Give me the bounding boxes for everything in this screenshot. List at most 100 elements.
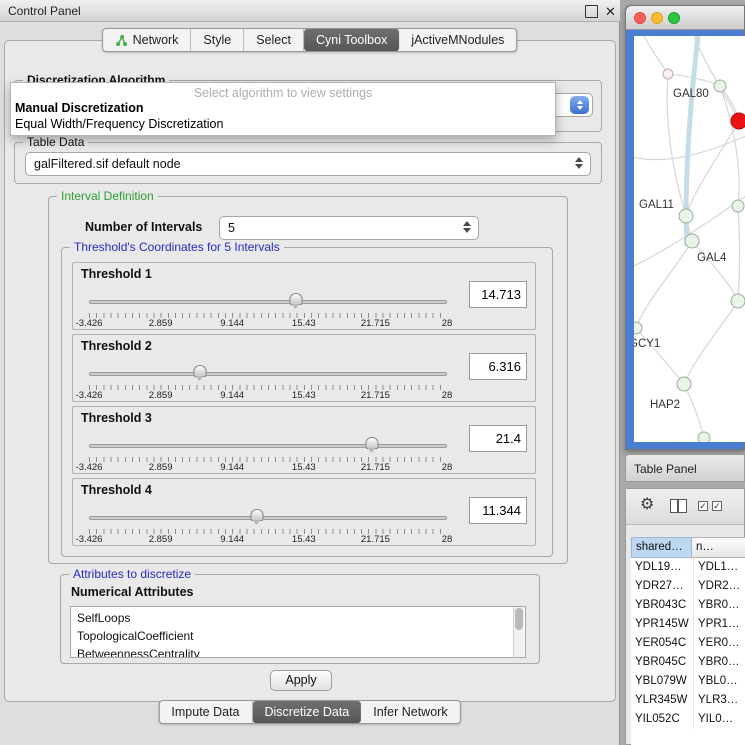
- node[interactable]: [663, 69, 673, 79]
- node[interactable]: [731, 294, 745, 308]
- cell[interactable]: YPR145W: [631, 615, 693, 634]
- number-of-intervals-label: Number of Intervals: [85, 220, 202, 234]
- tab-discretize-data-label: Discretize Data: [265, 705, 350, 719]
- cell[interactable]: YBR0…: [693, 596, 745, 615]
- threshold-3-panel: Threshold 3 -3.426 2.859 9.144 15.43 21.…: [72, 406, 536, 474]
- slider-axis: -3.426 2.859 9.144 15.43 21.715 28: [89, 390, 447, 401]
- table-row[interactable]: YER054CYER0…: [631, 634, 745, 653]
- tab-network-label: Network: [133, 33, 179, 47]
- threshold-4-value-field[interactable]: [469, 497, 527, 524]
- control-panel-tabs: Network Style Select Cyni Toolbox jActiv…: [102, 28, 518, 52]
- select-all-checkbox-icon[interactable]: ✓: [712, 501, 722, 511]
- node-red-selected[interactable]: [731, 113, 745, 129]
- select-checkbox-icon[interactable]: ✓: [698, 501, 708, 511]
- tab-cyni-toolbox[interactable]: Cyni Toolbox: [304, 29, 399, 51]
- cell[interactable]: YBR045C: [631, 653, 693, 672]
- axis-tick-label: 21.715: [361, 390, 390, 401]
- network-window-titlebar: [626, 6, 744, 30]
- node-gal4[interactable]: [685, 234, 699, 248]
- threshold-coordinates-label: Threshold's Coordinates for 5 Intervals: [70, 240, 284, 254]
- cell[interactable]: YPR1…: [693, 615, 745, 634]
- threshold-2-value-field[interactable]: [469, 353, 527, 380]
- combo-arrows-icon[interactable]: [570, 96, 589, 114]
- table-row[interactable]: YIL052CYIL0…: [631, 710, 745, 729]
- cell[interactable]: YBL079W: [631, 672, 693, 691]
- slider-track[interactable]: [89, 300, 447, 304]
- axis-tick-label: 9.144: [220, 318, 244, 329]
- tab-style[interactable]: Style: [191, 29, 244, 51]
- threshold-1-value-field[interactable]: [469, 281, 527, 308]
- threshold-3-value-field[interactable]: [469, 425, 527, 452]
- list-item-betweennesscentrality[interactable]: BetweennessCentrality: [77, 645, 525, 658]
- cell[interactable]: YDL19…: [631, 558, 693, 577]
- table-row[interactable]: YPR145WYPR1…: [631, 615, 745, 634]
- network-canvas[interactable]: GAL80 GAL11 GAL4 GCY1 HAP2: [634, 36, 745, 442]
- threshold-1-slider[interactable]: [89, 293, 447, 311]
- tab-select[interactable]: Select: [244, 29, 304, 51]
- table-data-combobox[interactable]: galFiltered.sif default node: [25, 152, 591, 176]
- table-row[interactable]: YBL079WYBL0…: [631, 672, 745, 691]
- mac-close-icon[interactable]: [634, 12, 646, 24]
- column-header-name[interactable]: n…: [692, 537, 745, 558]
- table-row[interactable]: YDR27…YDR2…: [631, 577, 745, 596]
- list-item-topologicalcoefficient[interactable]: TopologicalCoefficient: [77, 627, 525, 645]
- node-hap2[interactable]: [677, 377, 691, 391]
- axis-tick-label: 2.859: [149, 534, 173, 545]
- table-data-value: galFiltered.sif default node: [34, 157, 181, 171]
- column-header-shared[interactable]: shared…: [631, 537, 692, 558]
- cell[interactable]: YBR043C: [631, 596, 693, 615]
- cell[interactable]: YDR27…: [631, 577, 693, 596]
- cell[interactable]: YER0…: [693, 634, 745, 653]
- cell[interactable]: YDR2…: [693, 577, 745, 596]
- tab-infer-network[interactable]: Infer Network: [361, 701, 459, 723]
- cell[interactable]: YIL052C: [631, 710, 693, 729]
- gear-icon[interactable]: ⚙: [640, 497, 654, 513]
- close-icon[interactable]: ✕: [604, 5, 617, 18]
- tab-jactivemnodules[interactable]: jActiveMNodules: [399, 29, 516, 51]
- scrollbar-thumb[interactable]: [515, 608, 523, 630]
- mac-zoom-icon[interactable]: [668, 12, 680, 24]
- number-of-intervals-combobox[interactable]: 5: [219, 216, 479, 240]
- slider-thumb[interactable]: [193, 365, 206, 377]
- list-item-selfloops[interactable]: SelfLoops: [77, 609, 525, 627]
- cell[interactable]: YER054C: [631, 634, 693, 653]
- node-gal11[interactable]: [679, 209, 693, 223]
- cell[interactable]: YLR345W: [631, 691, 693, 710]
- cell[interactable]: YBL0…: [693, 672, 745, 691]
- tab-discretize-data[interactable]: Discretize Data: [253, 701, 362, 723]
- apply-button[interactable]: Apply: [270, 670, 332, 691]
- cell[interactable]: YDL1…: [693, 558, 745, 577]
- slider-thumb[interactable]: [365, 437, 378, 449]
- slider-thumb[interactable]: [289, 293, 302, 305]
- slider-thumb[interactable]: [251, 509, 264, 521]
- node[interactable]: [714, 80, 726, 92]
- slider-track[interactable]: [89, 516, 447, 520]
- dropdown-option-manual-discretization[interactable]: Manual Discretization: [11, 100, 555, 116]
- cell[interactable]: YLR3…: [693, 691, 745, 710]
- node[interactable]: [732, 200, 744, 212]
- node[interactable]: [698, 432, 710, 442]
- tab-network[interactable]: Network: [103, 29, 192, 51]
- table-row[interactable]: YDL19…YDL1…: [631, 558, 745, 577]
- cell[interactable]: YBR0…: [693, 653, 745, 672]
- tab-impute-data[interactable]: Impute Data: [159, 701, 252, 723]
- table-row[interactable]: YLR345WYLR3…: [631, 691, 745, 710]
- cell[interactable]: YIL0…: [693, 710, 745, 729]
- mac-minimize-icon[interactable]: [651, 12, 663, 24]
- float-window-icon[interactable]: [585, 5, 598, 18]
- columns-icon[interactable]: [670, 499, 687, 513]
- dropdown-option-equal-width-frequency[interactable]: Equal Width/Frequency Discretization: [11, 116, 555, 132]
- threshold-2-slider[interactable]: [89, 365, 447, 383]
- slider-track[interactable]: [89, 372, 447, 376]
- node-gcy1[interactable]: [634, 322, 642, 334]
- table-row[interactable]: YBR043CYBR0…: [631, 596, 745, 615]
- table-panel-title: Table Panel: [634, 462, 697, 476]
- interval-definition-group: Interval Definition Number of Intervals …: [48, 196, 568, 564]
- axis-tick-label: 15.43: [292, 318, 316, 329]
- table-row[interactable]: YBR045CYBR0…: [631, 653, 745, 672]
- threshold-1-label: Threshold 1: [81, 267, 152, 281]
- slider-track[interactable]: [89, 444, 447, 448]
- list-scrollbar[interactable]: [513, 607, 524, 657]
- threshold-3-slider[interactable]: [89, 437, 447, 455]
- threshold-4-slider[interactable]: [89, 509, 447, 527]
